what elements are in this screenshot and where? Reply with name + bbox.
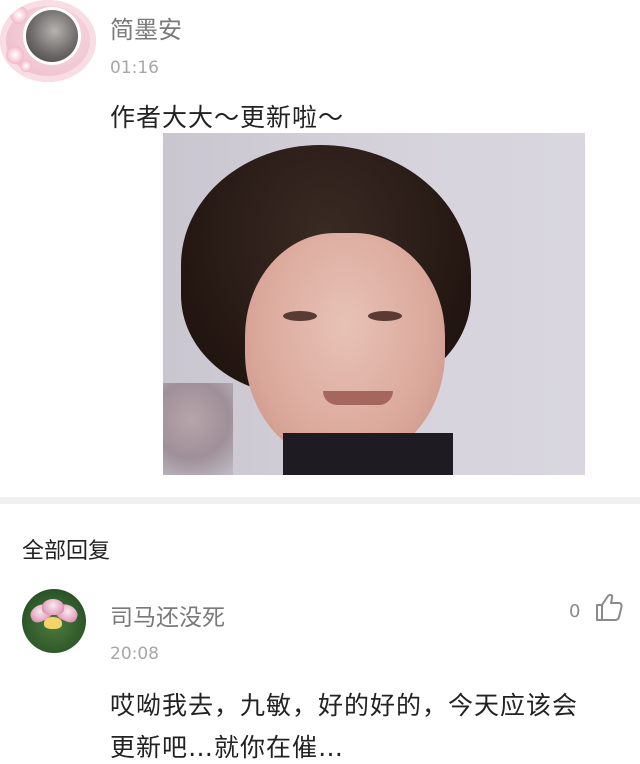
comment-text: 作者大大～更新啦～ (110, 103, 345, 132)
replier-avatar[interactable] (22, 589, 86, 653)
lotus-petal (42, 599, 64, 615)
commenter-username[interactable]: 简墨安 (110, 10, 182, 45)
thumbs-up-icon[interactable] (591, 590, 625, 624)
section-divider (0, 497, 640, 504)
lotus-center (44, 617, 62, 629)
flower-decoration-icon (20, 60, 32, 72)
all-replies-heading: 全部回复 (22, 539, 111, 564)
comment-image[interactable] (163, 133, 585, 475)
photo-face (245, 233, 445, 463)
flower-decoration-icon (10, 6, 28, 24)
like-count: 0 (569, 601, 581, 622)
comment-timestamp: 01:16 (110, 58, 159, 78)
photo-eye (283, 311, 317, 321)
replier-username[interactable]: 司马还没死 (110, 598, 225, 632)
photo-mouth (323, 391, 393, 405)
commenter-avatar[interactable] (0, 0, 96, 82)
reply-text-line-2: 更新吧…就你在催… (110, 733, 345, 762)
reply-text-line-1: 哎呦我去，九敏，好的好的，今天应该会 (110, 691, 579, 720)
photo-eye (368, 311, 402, 321)
photo-clothing (283, 433, 453, 475)
photo-background-detail (163, 383, 233, 475)
avatar-photo (26, 10, 78, 62)
reply-timestamp: 20:08 (110, 644, 159, 664)
